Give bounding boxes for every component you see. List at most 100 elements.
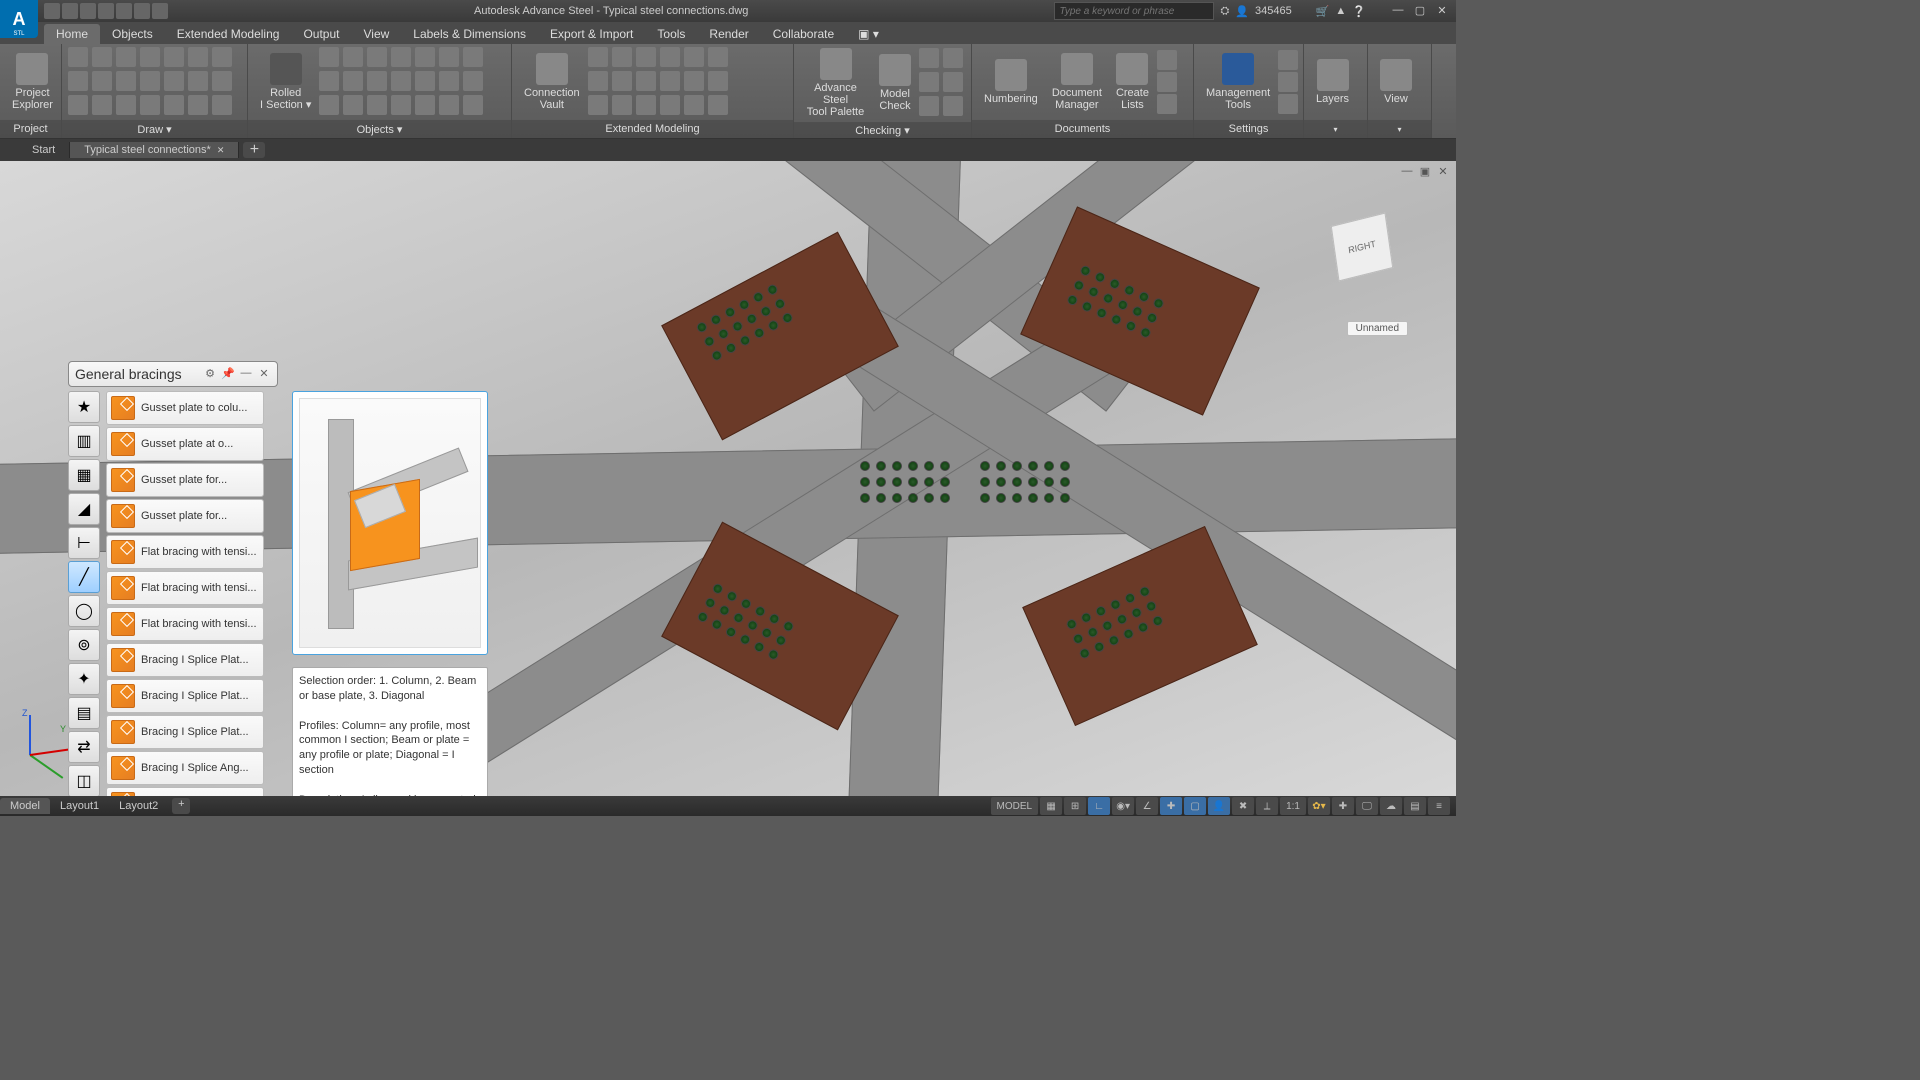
- ptab-misc3[interactable]: ⇄: [68, 731, 100, 763]
- palette-item[interactable]: Bracing I Splice Ang...: [106, 787, 264, 796]
- obj-d-icon[interactable]: [367, 71, 387, 91]
- file-tab-current[interactable]: Typical steel connections*✕: [70, 142, 239, 158]
- status-add-layout[interactable]: +: [172, 798, 190, 814]
- ptab-misc4[interactable]: ◫: [68, 765, 100, 796]
- status-gear-icon[interactable]: ✿▾: [1308, 797, 1330, 815]
- array-icon[interactable]: [212, 95, 232, 115]
- point-icon[interactable]: [116, 95, 136, 115]
- status-monitor-icon[interactable]: 🖵: [1356, 797, 1378, 815]
- status-tab-layout1[interactable]: Layout1: [50, 798, 109, 814]
- column-icon[interactable]: [343, 47, 363, 67]
- qat-save-icon[interactable]: [80, 3, 96, 19]
- obj-l-icon[interactable]: [439, 71, 459, 91]
- doc-c-icon[interactable]: [1157, 94, 1177, 114]
- obj-n-icon[interactable]: [439, 95, 459, 115]
- weld-icon[interactable]: [319, 95, 339, 115]
- status-polar-icon[interactable]: ▢: [1184, 797, 1206, 815]
- rolled-isection-button[interactable]: Rolled I Section ▾: [254, 51, 317, 113]
- signin-icon[interactable]: ⛭: [1220, 5, 1229, 18]
- ext-d-icon[interactable]: [612, 71, 632, 91]
- move-icon[interactable]: [164, 47, 184, 67]
- ext-q-icon[interactable]: [684, 95, 704, 115]
- status-otrack-icon[interactable]: ✖: [1232, 797, 1254, 815]
- status-tab-layout2[interactable]: Layout2: [109, 798, 168, 814]
- fillet-icon[interactable]: [212, 71, 232, 91]
- ribbon-group-layers-expand[interactable]: [1304, 120, 1367, 138]
- trim-icon[interactable]: [212, 47, 232, 67]
- palette-item[interactable]: Bracing I Splice Plat...: [106, 679, 264, 713]
- set-a-icon[interactable]: [1278, 50, 1298, 70]
- ptab-misc2[interactable]: ▤: [68, 697, 100, 729]
- close-button[interactable]: ✕: [1434, 4, 1450, 18]
- ellipse-icon[interactable]: [92, 71, 112, 91]
- polyline-icon[interactable]: [92, 47, 112, 67]
- ext-f-icon[interactable]: [612, 95, 632, 115]
- maximize-button[interactable]: ▢: [1412, 4, 1428, 18]
- ext-c-icon[interactable]: [588, 71, 608, 91]
- palette-item[interactable]: Flat bracing with tensi...: [106, 571, 264, 605]
- plate-icon[interactable]: [319, 71, 339, 91]
- rect-icon[interactable]: [68, 71, 88, 91]
- doc-manager-button[interactable]: Document Manager: [1046, 51, 1108, 113]
- palette-close-icon[interactable]: ✕: [257, 367, 271, 381]
- chk-e-icon[interactable]: [919, 96, 939, 116]
- ext-k-icon[interactable]: [636, 95, 656, 115]
- palette-item[interactable]: Flat bracing with tensi...: [106, 535, 264, 569]
- status-scale-button[interactable]: 1:1: [1280, 797, 1306, 815]
- ptab-clips[interactable]: ⊢: [68, 527, 100, 559]
- minimize-button[interactable]: —: [1390, 4, 1406, 18]
- qat-new-icon[interactable]: [44, 3, 60, 19]
- ptab-misc1[interactable]: ✦: [68, 663, 100, 695]
- viewcube-face[interactable]: RIGHT: [1331, 212, 1393, 281]
- palette-item[interactable]: Flat bracing with tensi...: [106, 607, 264, 641]
- ext-a-icon[interactable]: [588, 47, 608, 67]
- ext-p-icon[interactable]: [708, 71, 728, 91]
- circle-icon[interactable]: [140, 47, 160, 67]
- beam-icon[interactable]: [319, 47, 339, 67]
- qat-open-icon[interactable]: [62, 3, 78, 19]
- status-plus-icon[interactable]: ✚: [1332, 797, 1354, 815]
- status-iso-icon[interactable]: ◉▾: [1112, 797, 1134, 815]
- ptab-tubes[interactable]: ◯: [68, 595, 100, 627]
- obj-o-icon[interactable]: [463, 95, 483, 115]
- viewcube[interactable]: RIGHT: [1326, 211, 1406, 291]
- status-dynucs-icon[interactable]: ⟂: [1256, 797, 1278, 815]
- vp-minimize-icon[interactable]: —: [1400, 165, 1414, 179]
- ext-n-icon[interactable]: [708, 47, 728, 67]
- palette-header[interactable]: General bracings ⚙ 📌 — ✕: [68, 361, 278, 387]
- ribbon-group-checking-label[interactable]: Checking ▾: [794, 122, 971, 138]
- palette-item[interactable]: Gusset plate for...: [106, 463, 264, 497]
- rotate-icon[interactable]: [188, 47, 208, 67]
- search-input[interactable]: [1054, 2, 1214, 20]
- tool-palette-button[interactable]: Advance Steel Tool Palette: [800, 46, 871, 120]
- qat-redo-icon[interactable]: [152, 3, 168, 19]
- obj-e-icon[interactable]: [391, 71, 411, 91]
- polygon-icon[interactable]: [68, 95, 88, 115]
- connection-vault-button[interactable]: Connection Vault: [518, 51, 586, 113]
- set-c-icon[interactable]: [1278, 94, 1298, 114]
- ext-e-icon[interactable]: [588, 95, 608, 115]
- palette-minimize-icon[interactable]: —: [239, 367, 253, 381]
- chk-d-icon[interactable]: [943, 72, 963, 92]
- palette-item[interactable]: Bracing I Splice Plat...: [106, 715, 264, 749]
- status-grid-icon[interactable]: ▦: [1040, 797, 1062, 815]
- ext-l-icon[interactable]: [660, 95, 680, 115]
- status-snap-icon[interactable]: ∟: [1088, 797, 1110, 815]
- vp-maximize-icon[interactable]: ▣: [1418, 165, 1432, 179]
- ribbon-group-view-expand[interactable]: [1368, 120, 1431, 138]
- obj-g-icon[interactable]: [367, 95, 387, 115]
- arc-icon[interactable]: [116, 47, 136, 67]
- qat-undo-icon[interactable]: [134, 3, 150, 19]
- copy-icon[interactable]: [164, 71, 184, 91]
- palette-item[interactable]: Bracing I Splice Ang...: [106, 751, 264, 785]
- layers-button[interactable]: Layers: [1310, 57, 1355, 107]
- model-check-button[interactable]: Model Check: [873, 52, 917, 114]
- chk-f-icon[interactable]: [943, 96, 963, 116]
- status-custom-icon[interactable]: ≡: [1428, 797, 1450, 815]
- tab-tools[interactable]: Tools: [645, 24, 697, 44]
- ribbon-group-objects-label[interactable]: Objects ▾: [248, 120, 511, 138]
- doc-b-icon[interactable]: [1157, 72, 1177, 92]
- line-icon[interactable]: [68, 47, 88, 67]
- ext-b-icon[interactable]: [612, 47, 632, 67]
- scale-icon[interactable]: [188, 95, 208, 115]
